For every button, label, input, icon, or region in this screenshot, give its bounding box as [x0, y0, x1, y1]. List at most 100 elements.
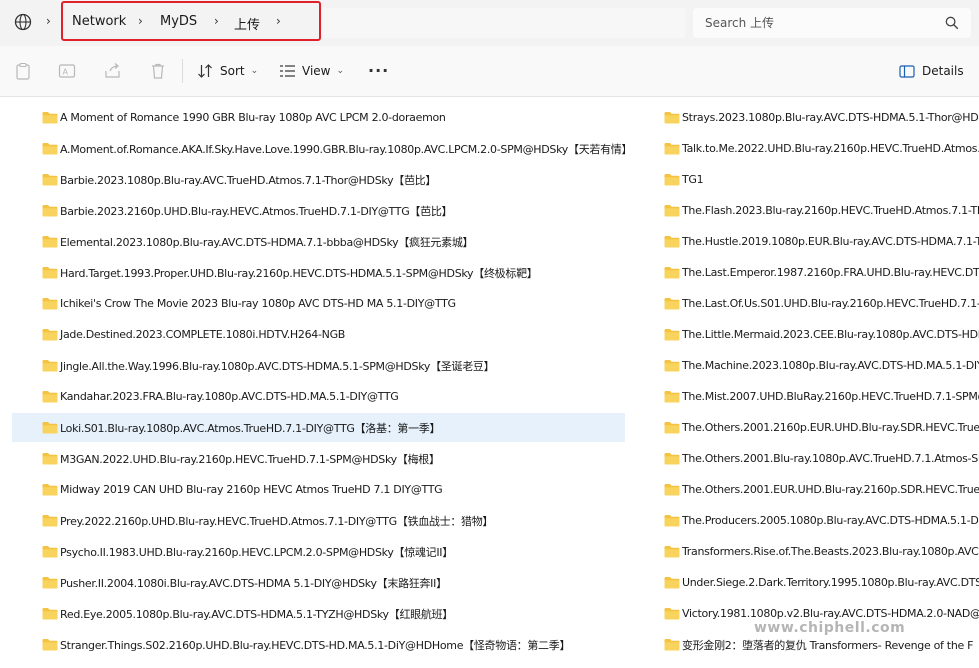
file-name: TG1	[682, 173, 704, 186]
file-row[interactable]: Talk.to.Me.2022.UHD.Blu-ray.2160p.HEVC.T…	[635, 134, 979, 163]
file-row[interactable]: Red.Eye.2005.1080p.Blu-ray.AVC.DTS-HDMA.…	[12, 599, 625, 628]
file-row[interactable]: The.Last.Of.Us.S01.UHD.Blu-ray.2160p.HEV…	[635, 289, 979, 318]
file-row[interactable]: The.Machine.2023.1080p.Blu-ray.AVC.DTS-H…	[635, 351, 979, 380]
file-name: Elemental.2023.1080p.Blu-ray.AVC.DTS-HDM…	[60, 235, 474, 249]
file-row[interactable]: A Moment of Romance 1990 GBR Blu-ray 108…	[12, 103, 625, 132]
file-name: Jingle.All.the.Way.1996.Blu-ray.1080p.AV…	[60, 359, 495, 373]
search-box[interactable]	[693, 8, 971, 38]
svg-text:A: A	[63, 68, 69, 77]
folder-icon	[42, 391, 58, 403]
rename-icon[interactable]: A	[58, 62, 76, 80]
file-row[interactable]: Barbie.2023.2160p.UHD.Blu-ray.HEVC.Atmos…	[12, 196, 625, 225]
file-row[interactable]: Kandahar.2023.FRA.Blu-ray.1080p.AVC.DTS-…	[12, 382, 625, 411]
folder-icon	[42, 546, 58, 558]
file-name: Psycho.II.1983.UHD.Blu-ray.2160p.HEVC.LP…	[60, 545, 453, 559]
folder-icon	[42, 608, 58, 620]
folder-icon	[664, 453, 680, 465]
file-row[interactable]: Transformers.Rise.of.The.Beasts.2023.Blu…	[635, 537, 979, 566]
file-name: The.Last.Of.Us.S01.UHD.Blu-ray.2160p.HEV…	[682, 297, 979, 310]
breadcrumb-myds[interactable]: MyDS	[160, 14, 197, 29]
file-name: Prey.2022.2160p.UHD.Blu-ray.HEVC.TrueHD.…	[60, 514, 494, 528]
file-row[interactable]: Barbie.2023.1080p.Blu-ray.AVC.TrueHD.Atm…	[12, 165, 625, 194]
file-row[interactable]: The.Little.Mermaid.2023.CEE.Blu-ray.1080…	[635, 320, 979, 349]
file-name: Talk.to.Me.2022.UHD.Blu-ray.2160p.HEVC.T…	[682, 142, 979, 155]
search-input[interactable]	[705, 14, 925, 32]
folder-icon	[664, 298, 680, 310]
file-name: Strays.2023.1080p.Blu-ray.AVC.DTS-HDMA.5…	[682, 111, 979, 124]
file-name: Barbie.2023.1080p.Blu-ray.AVC.TrueHD.Atm…	[60, 173, 437, 187]
file-row[interactable]: TG1	[635, 165, 979, 194]
file-row[interactable]: Jingle.All.the.Way.1996.Blu-ray.1080p.AV…	[12, 351, 625, 380]
file-row[interactable]: The.Flash.2023.Blu-ray.2160p.HEVC.TrueHD…	[635, 196, 979, 225]
file-name: Ichikei's Crow The Movie 2023 Blu-ray 10…	[60, 297, 456, 310]
address-bar-empty-area[interactable]	[322, 8, 685, 38]
file-row[interactable]: The.Last.Emperor.1987.2160p.FRA.UHD.Blu-…	[635, 258, 979, 287]
folder-icon	[664, 484, 680, 496]
folder-icon	[664, 422, 680, 434]
file-name: The.Machine.2023.1080p.Blu-ray.AVC.DTS-H…	[682, 359, 979, 372]
file-row[interactable]: Psycho.II.1983.UHD.Blu-ray.2160p.HEVC.LP…	[12, 537, 625, 566]
file-row[interactable]: Midway 2019 CAN UHD Blu-ray 2160p HEVC A…	[12, 475, 625, 504]
folder-icon	[42, 639, 58, 651]
sort-button[interactable]: Sort ⌄	[197, 61, 258, 81]
file-row[interactable]: The.Mist.2007.UHD.BluRay.2160p.HEVC.True…	[635, 382, 979, 411]
view-label: View	[302, 64, 331, 78]
more-options-button[interactable]: ···	[368, 61, 389, 80]
file-name: M3GAN.2022.UHD.Blu-ray.2160p.HEVC.TrueHD…	[60, 452, 440, 466]
file-name: 变形金刚2：堕落者的复仇 Transformers- Revenge of th…	[682, 638, 974, 652]
file-name: Hard.Target.1993.Proper.UHD.Blu-ray.2160…	[60, 266, 538, 280]
file-row[interactable]: Stranger.Things.S02.2160p.UHD.Blu-ray.HE…	[12, 630, 625, 659]
file-name: The.Little.Mermaid.2023.CEE.Blu-ray.1080…	[682, 328, 979, 341]
chevron-right-icon[interactable]: ›	[214, 14, 219, 28]
file-name: The.Flash.2023.Blu-ray.2160p.HEVC.TrueHD…	[682, 204, 979, 217]
file-name: The.Others.2001.EUR.UHD.Blu-ray.2160p.SD…	[682, 483, 979, 496]
file-row[interactable]: The.Hustle.2019.1080p.EUR.Blu-ray.AVC.DT…	[635, 227, 979, 256]
folder-icon	[664, 515, 680, 527]
view-button[interactable]: View ⌄	[279, 61, 344, 81]
file-row[interactable]: Ichikei's Crow The Movie 2023 Blu-ray 10…	[12, 289, 625, 318]
file-row[interactable]: Strays.2023.1080p.Blu-ray.AVC.DTS-HDMA.5…	[635, 103, 979, 132]
share-icon[interactable]	[104, 62, 122, 80]
folder-icon	[42, 422, 58, 434]
folder-icon	[664, 360, 680, 372]
view-list-icon	[280, 65, 295, 77]
file-row[interactable]: The.Producers.2005.1080p.Blu-ray.AVC.DTS…	[635, 506, 979, 535]
details-pane-button[interactable]: Details	[899, 61, 964, 81]
breadcrumb-network[interactable]: Network	[72, 14, 126, 29]
file-name: A.Moment.of.Romance.AKA.If.Sky.Have.Love…	[60, 142, 625, 156]
file-name: Midway 2019 CAN UHD Blu-ray 2160p HEVC A…	[60, 483, 443, 496]
delete-icon[interactable]	[149, 62, 167, 80]
folder-icon	[42, 453, 58, 465]
file-name: The.Mist.2007.UHD.BluRay.2160p.HEVC.True…	[682, 390, 979, 403]
folder-icon	[42, 515, 58, 527]
chevron-right-icon[interactable]: ›	[138, 14, 143, 28]
folder-icon	[664, 329, 680, 341]
file-row[interactable]: The.Others.2001.2160p.EUR.UHD.Blu-ray.SD…	[635, 413, 979, 442]
file-row[interactable]: The.Others.2001.EUR.UHD.Blu-ray.2160p.SD…	[635, 475, 979, 504]
file-row[interactable]: M3GAN.2022.UHD.Blu-ray.2160p.HEVC.TrueHD…	[12, 444, 625, 473]
file-row[interactable]: Prey.2022.2160p.UHD.Blu-ray.HEVC.TrueHD.…	[12, 506, 625, 535]
search-icon[interactable]	[945, 16, 959, 30]
file-row[interactable]: Elemental.2023.1080p.Blu-ray.AVC.DTS-HDM…	[12, 227, 625, 256]
details-pane-icon	[899, 64, 915, 78]
watermark-text: www.chiphell.com	[754, 620, 906, 636]
file-row[interactable]: A.Moment.of.Romance.AKA.If.Sky.Have.Love…	[12, 134, 625, 163]
folder-icon	[42, 205, 58, 217]
chevron-right-icon[interactable]: ›	[46, 14, 51, 28]
file-row[interactable]: Pusher.II.2004.1080i.Blu-ray.AVC.DTS-HDM…	[12, 568, 625, 597]
file-name: The.Last.Emperor.1987.2160p.FRA.UHD.Blu-…	[682, 266, 979, 279]
file-row[interactable]: Hard.Target.1993.Proper.UHD.Blu-ray.2160…	[12, 258, 625, 287]
folder-icon	[42, 236, 58, 248]
file-row[interactable]: The.Others.2001.Blu-ray.1080p.AVC.TrueHD…	[635, 444, 979, 473]
file-row[interactable]: Loki.S01.Blu-ray.1080p.AVC.Atmos.TrueHD.…	[12, 413, 625, 442]
sort-icon	[198, 64, 212, 78]
network-globe-icon[interactable]	[14, 13, 32, 31]
file-row[interactable]: Under.Siege.2.Dark.Territory.1995.1080p.…	[635, 568, 979, 597]
file-row[interactable]: Jade.Destined.2023.COMPLETE.1080i.HDTV.H…	[12, 320, 625, 349]
folder-icon	[664, 143, 680, 155]
file-name: Barbie.2023.2160p.UHD.Blu-ray.HEVC.Atmos…	[60, 204, 453, 218]
folder-icon	[42, 174, 58, 186]
paste-icon[interactable]	[14, 62, 32, 80]
breadcrumb-upload[interactable]: 上传	[234, 14, 260, 33]
chevron-right-icon[interactable]: ›	[276, 14, 281, 28]
